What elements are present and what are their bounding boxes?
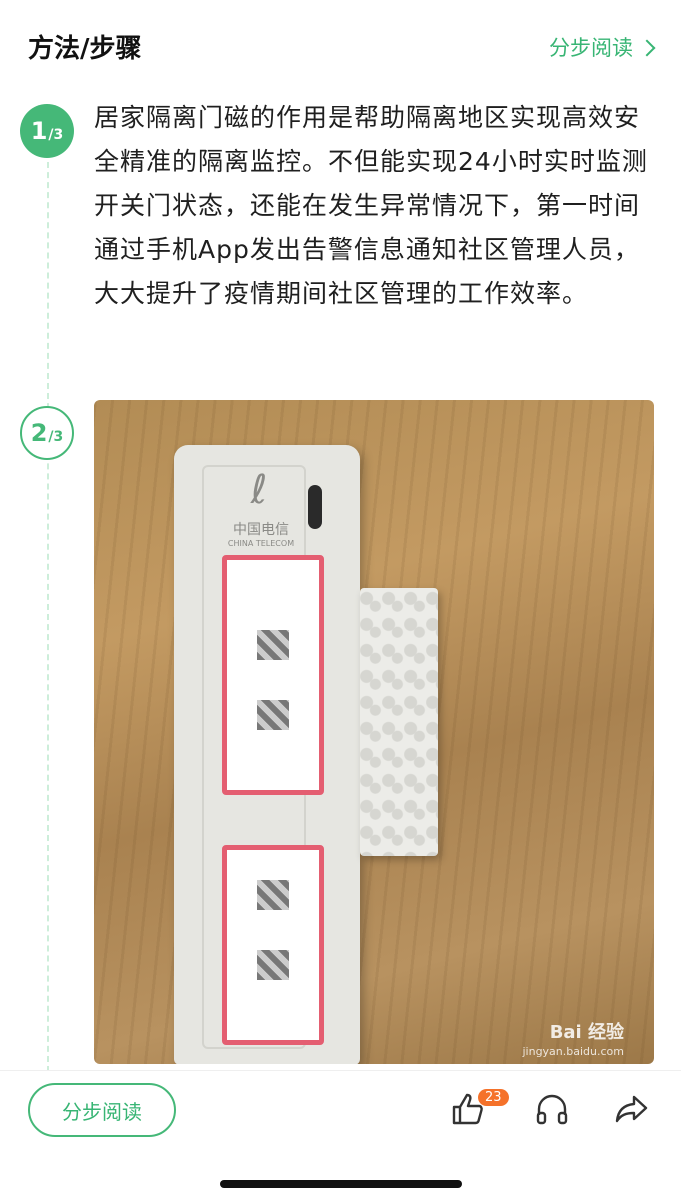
like-count-badge: 23 <box>478 1089 509 1106</box>
step-2-photo[interactable]: ℓ 中国电信 CHINA TELECOM Bai 经验 jingyan.baid… <box>94 400 654 1064</box>
watermark-url: jingyan.baidu.com <box>522 1045 624 1058</box>
step-number: 2 <box>30 419 48 447</box>
magnet-piece <box>360 588 438 856</box>
blurred-text <box>257 880 289 910</box>
blurred-text <box>257 950 289 980</box>
door-sensor-device: ℓ 中国电信 CHINA TELECOM <box>174 445 360 1064</box>
step-1-text: 居家隔离门磁的作用是帮助隔离地区实现高效安全精准的隔离监控。不但能实现24小时实… <box>94 103 648 308</box>
device-sticker-top <box>222 555 324 795</box>
china-telecom-logo-icon: ℓ <box>250 467 268 513</box>
step-total: /3 <box>48 126 64 143</box>
blurred-text <box>257 630 289 660</box>
device-sticker-bottom <box>222 845 324 1045</box>
device-slot <box>308 485 322 529</box>
step-timeline <box>47 152 49 1072</box>
header: 方法/步骤 分步阅读 <box>0 0 681 92</box>
step-read-link[interactable]: 分步阅读 <box>549 32 656 62</box>
home-indicator <box>220 1180 462 1188</box>
chevron-right-icon <box>638 39 656 56</box>
baidu-watermark: Bai 经验 <box>549 1022 624 1043</box>
blurred-text <box>257 700 289 730</box>
step-badge-1: 1/3 <box>20 104 74 158</box>
page-title: 方法/步骤 <box>28 34 142 64</box>
headphones-icon[interactable] <box>532 1089 572 1129</box>
brand-cn: 中国电信 <box>233 522 289 538</box>
device-brand-label: 中国电信 CHINA TELECOM <box>216 519 306 548</box>
step-number: 1 <box>30 117 48 145</box>
step-badge-2: 2/3 <box>20 406 74 460</box>
step-read-link-label: 分步阅读 <box>549 36 633 60</box>
step-total: /3 <box>48 428 64 445</box>
share-arrow-icon[interactable] <box>612 1089 652 1129</box>
step-read-button[interactable]: 分步阅读 <box>28 1083 176 1137</box>
brand-en: CHINA TELECOM <box>227 539 295 548</box>
